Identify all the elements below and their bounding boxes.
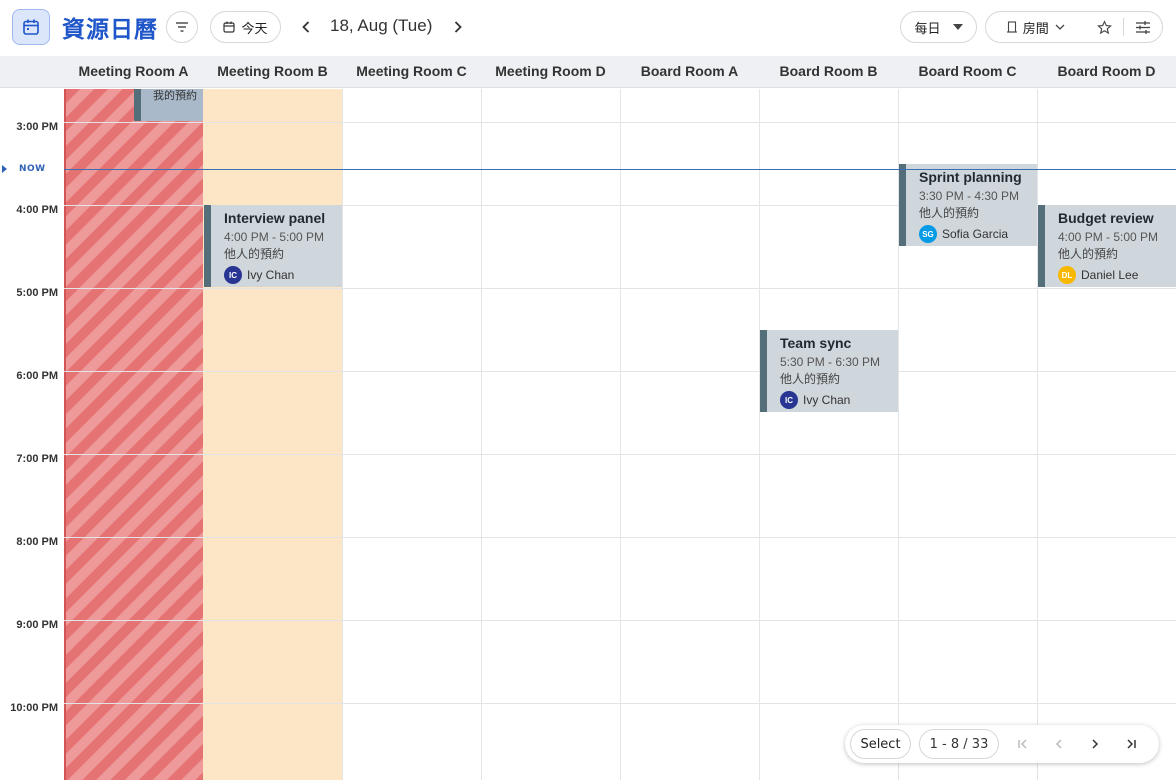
- page-title: 資源日曆: [62, 17, 158, 43]
- now-label: NOW: [19, 164, 46, 174]
- next-day-button[interactable]: [445, 14, 471, 40]
- view-settings-button[interactable]: [1124, 12, 1162, 42]
- chevron-left-icon: [302, 21, 310, 33]
- event-title: Budget review: [1058, 210, 1154, 226]
- column-header[interactable]: Meeting Room D: [481, 56, 620, 88]
- event-time: 4:00 PM - 5:00 PM: [224, 230, 325, 244]
- resource-toolbar-group: 房間: [985, 11, 1163, 43]
- event-title: Sprint planning: [919, 169, 1022, 185]
- column-header[interactable]: Board Room A: [620, 56, 759, 88]
- column-line: [759, 89, 760, 780]
- booking-event[interactable]: Interview panel 4:00 PM - 5:00 PM 他人的預約 …: [204, 205, 342, 287]
- event-owner: 他人的預約: [224, 247, 285, 261]
- event-title: Interview panel: [224, 210, 326, 226]
- toolbar: 資源日曆 今天 18, Aug (Tue) 每日 房間: [0, 0, 1176, 56]
- unavailable-time-area: [203, 89, 342, 780]
- event-time: 3:30 PM - 4:30 PM: [919, 189, 1020, 203]
- blocked-time-area: [64, 89, 203, 780]
- avatar: IC: [780, 391, 798, 409]
- event-owner: 他人的預約: [1058, 247, 1119, 261]
- person-name: Ivy Chan: [803, 393, 851, 407]
- booking-event[interactable]: Team sync 5:30 PM - 6:30 PM 他人的預約 IC Ivy…: [760, 330, 898, 412]
- time-label: 5:00 PM: [16, 287, 58, 299]
- event-person: DL Daniel Lee: [1058, 266, 1170, 284]
- person-name: Daniel Lee: [1081, 268, 1139, 282]
- column-header[interactable]: Board Room D: [1037, 56, 1176, 88]
- time-label: 8:00 PM: [16, 536, 58, 548]
- calendar-icon: [223, 21, 236, 33]
- event-title: Team sync: [780, 335, 852, 351]
- column-line: [1037, 89, 1038, 780]
- time-label: 4:00 PM: [16, 204, 58, 216]
- booking-event[interactable]: Budget review 4:00 PM - 5:00 PM 他人的預約 DL…: [1038, 205, 1176, 287]
- column-header[interactable]: Board Room B: [759, 56, 898, 88]
- today-button[interactable]: 今天: [210, 11, 281, 43]
- avatar: IC: [224, 266, 242, 284]
- my-booking-label: 我的預約: [153, 89, 197, 102]
- page-range: 1 - 8 / 33: [919, 729, 999, 759]
- resource-type-label: 房間: [1022, 21, 1049, 37]
- time-axis: 3:00 PM 4:00 PM 5:00 PM 6:00 PM 7:00 PM …: [0, 89, 64, 780]
- event-person: IC Ivy Chan: [224, 266, 336, 284]
- room-icon: [1006, 21, 1017, 33]
- chevron-left-icon: [1055, 739, 1062, 749]
- resource-type-select[interactable]: 房間: [986, 12, 1085, 42]
- person-name: Ivy Chan: [247, 268, 295, 282]
- column-header[interactable]: Meeting Room C: [342, 56, 481, 88]
- first-page-icon: [1018, 739, 1027, 749]
- time-label: 10:00 PM: [10, 702, 58, 714]
- favorite-button[interactable]: [1085, 12, 1123, 42]
- event-owner: 他人的預約: [919, 206, 980, 220]
- select-button[interactable]: Select: [850, 729, 911, 759]
- event-person: IC Ivy Chan: [780, 391, 892, 409]
- time-label: 3:00 PM: [16, 121, 58, 133]
- event-person: SG Sofia Garcia: [919, 225, 1031, 243]
- time-label: 6:00 PM: [16, 370, 58, 382]
- column-header[interactable]: Board Room C: [898, 56, 1037, 88]
- time-label: 9:00 PM: [16, 619, 58, 631]
- my-booking-event[interactable]: 我的預約: [134, 89, 203, 121]
- star-icon: [1096, 19, 1112, 34]
- time-label: 7:00 PM: [16, 453, 58, 465]
- column-line: [342, 89, 343, 780]
- booking-event[interactable]: Sprint planning 3:30 PM - 4:30 PM 他人的預約 …: [899, 164, 1037, 246]
- caret-down-icon: [952, 24, 963, 30]
- chevron-down-icon: [1055, 24, 1065, 30]
- view-mode-select[interactable]: 每日: [900, 11, 977, 43]
- now-marker-icon: [2, 165, 7, 173]
- avatar: SG: [919, 225, 937, 243]
- avatar: DL: [1058, 266, 1076, 284]
- person-name: Sofia Garcia: [942, 227, 1009, 241]
- previous-page-button[interactable]: [1047, 732, 1071, 756]
- last-page-button[interactable]: [1119, 732, 1143, 756]
- event-time: 5:30 PM - 6:30 PM: [780, 355, 881, 369]
- today-label: 今天: [241, 21, 268, 37]
- column-line: [620, 89, 621, 780]
- next-page-button[interactable]: [1083, 732, 1107, 756]
- column-header[interactable]: Meeting Room A: [64, 56, 203, 88]
- filter-icon: [176, 22, 188, 32]
- event-time: 4:00 PM - 5:00 PM: [1058, 230, 1159, 244]
- calendar-grid[interactable]: 3:00 PM 4:00 PM 5:00 PM 6:00 PM 7:00 PM …: [0, 89, 1176, 780]
- filter-button[interactable]: [166, 11, 198, 43]
- current-date: 18, Aug (Tue): [330, 16, 433, 35]
- view-mode-label: 每日: [914, 21, 941, 37]
- chevron-right-icon: [1092, 739, 1099, 749]
- now-indicator-line: [64, 169, 1176, 170]
- resource-header-row: Meeting Room A Meeting Room B Meeting Ro…: [0, 56, 1176, 88]
- column-header[interactable]: Meeting Room B: [203, 56, 342, 88]
- sliders-icon: [1136, 20, 1151, 34]
- resource-pagination: Select 1 - 8 / 33: [845, 725, 1159, 763]
- last-page-icon: [1127, 739, 1136, 749]
- previous-day-button[interactable]: [293, 14, 319, 40]
- chevron-right-icon: [454, 21, 462, 33]
- column-line: [481, 89, 482, 780]
- event-owner: 他人的預約: [780, 372, 841, 386]
- calendar-app-icon[interactable]: [12, 9, 50, 45]
- first-page-button[interactable]: [1011, 732, 1035, 756]
